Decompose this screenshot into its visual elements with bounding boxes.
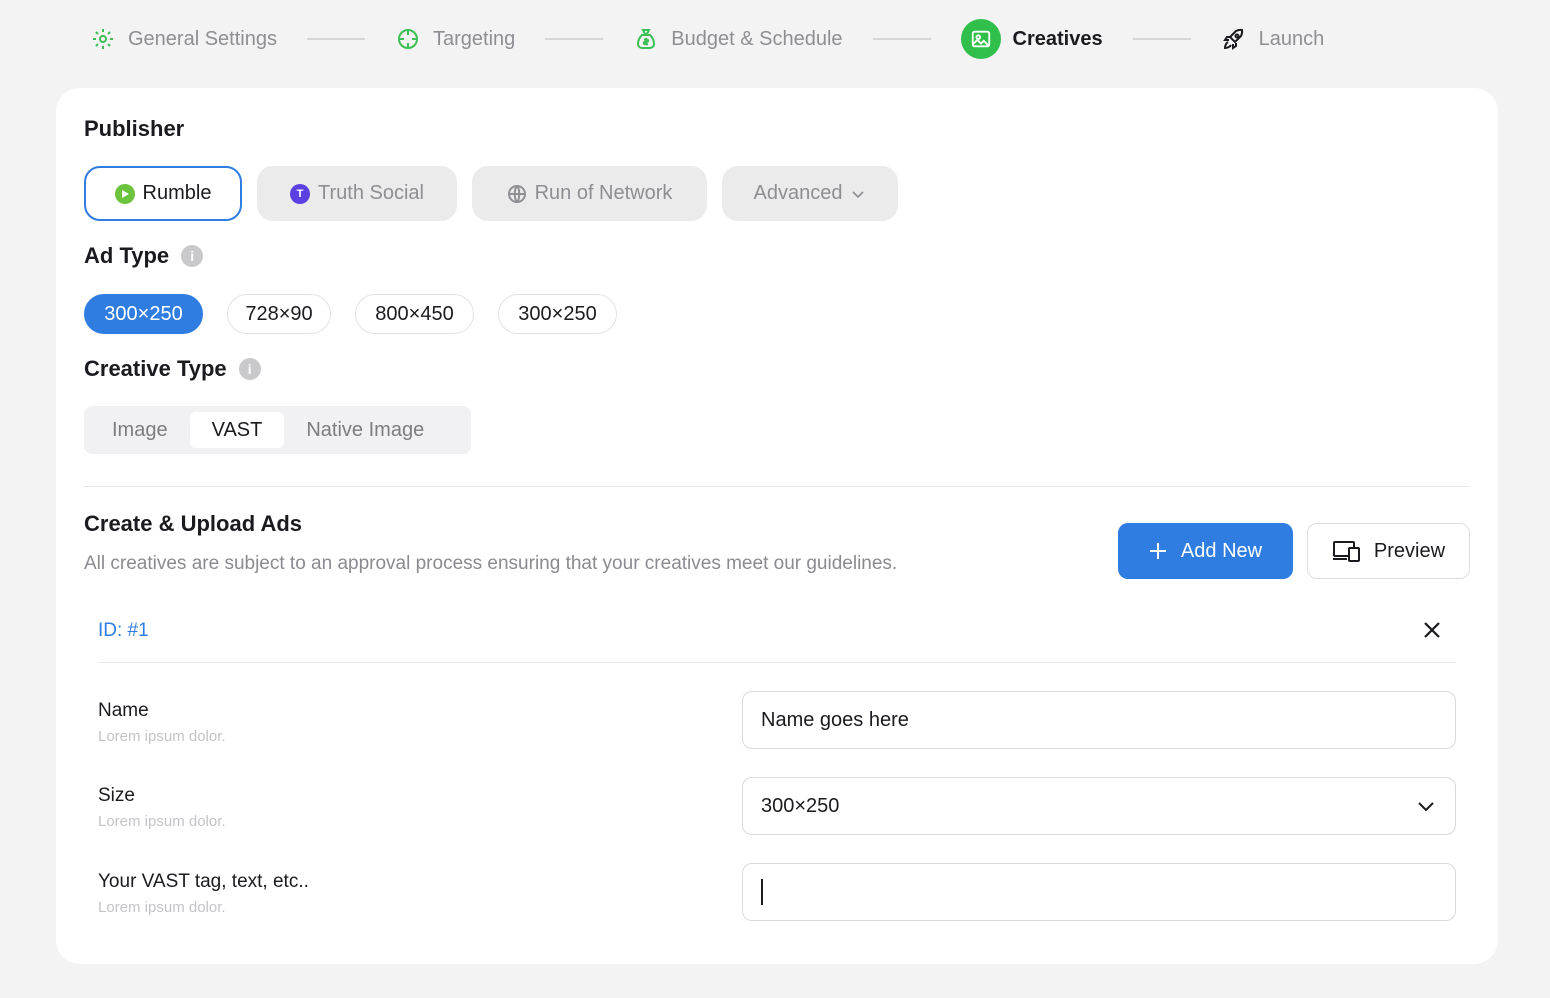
image-icon [960,19,1001,59]
step-general-settings[interactable]: General Settings [90,26,277,52]
size-select[interactable]: 300×250 [742,777,1456,835]
publisher-run-of-network-button[interactable]: Run of Network [472,166,707,221]
publisher-advanced-dropdown[interactable]: Advanced [722,166,898,221]
text-caret [761,879,763,905]
vast-tag-input[interactable] [742,863,1456,921]
add-new-button[interactable]: Add New [1118,523,1293,579]
size-chip[interactable]: 800×450 [355,294,474,334]
step-connector [545,38,604,40]
truth-social-icon: T [290,183,311,204]
rumble-icon [114,183,135,204]
step-label: Creatives [1012,27,1103,50]
section-divider [84,486,1470,487]
plus-icon [1149,542,1167,560]
size-label: Size [98,785,135,806]
creative-type-image[interactable]: Image [90,412,190,448]
gear-icon [90,26,116,52]
devices-icon [1332,539,1362,563]
publisher-heading: Publisher [84,116,185,141]
name-input[interactable]: Name goes here [742,691,1456,749]
step-creatives[interactable]: Creatives [960,19,1103,59]
creatives-card: Publisher Rumble T Truth Social Run of N… [56,88,1498,964]
publisher-rumble-button[interactable]: Rumble [84,166,242,221]
chevron-down-icon [850,186,866,202]
vast-tag-label: Your VAST tag, text, etc.. [98,871,309,892]
creative-type-heading: Creative Type i [84,356,261,382]
publisher-options: Rumble T Truth Social Run of Network Adv… [84,166,898,221]
creative-type-vast[interactable]: VAST [189,412,285,448]
upload-heading: Create & Upload Ads [84,511,303,536]
ad-type-heading: Ad Type i [84,243,204,269]
close-icon[interactable] [1420,618,1444,642]
size-chip[interactable]: 728×90 [227,294,331,334]
step-label: Targeting [432,27,516,50]
step-connector [1132,38,1191,40]
ad-size-options: 300×250 728×90 800×450 300×250 [84,294,617,334]
step-launch[interactable]: Launch [1221,26,1325,52]
creative-type-toggle: Image VAST Native Image [84,406,471,454]
info-icon[interactable]: i [181,245,204,267]
vast-tag-hint: Lorem ipsum dolor. [98,899,226,916]
money-bag-icon [633,26,659,52]
ad-id-label: ID: #1 [98,620,149,641]
publisher-truth-social-button[interactable]: T Truth Social [257,166,457,221]
rocket-icon [1221,26,1247,52]
step-connector [306,38,365,40]
creative-type-native-image[interactable]: Native Image [284,412,446,448]
upload-description: All creatives are subject to an approval… [84,553,898,574]
preview-button[interactable]: Preview [1307,523,1470,579]
info-icon[interactable]: i [238,358,261,380]
name-hint: Lorem ipsum dolor. [98,728,226,745]
step-label: General Settings [128,27,277,50]
step-targeting[interactable]: Targeting [395,26,515,52]
step-connector [872,38,931,40]
size-chip[interactable]: 300×250 [84,294,203,334]
step-label: Launch [1258,27,1325,50]
globe-icon [507,184,527,204]
size-hint: Lorem ipsum dolor. [98,813,226,830]
crosshair-icon [395,26,421,52]
step-budget-schedule[interactable]: Budget & Schedule [633,26,843,52]
size-chip[interactable]: 300×250 [498,294,617,334]
ad-divider [98,662,1456,663]
step-label: Budget & Schedule [671,27,843,50]
progress-stepper: General Settings Targeting Budget & Sche… [90,16,1324,62]
chevron-down-icon [1415,795,1437,817]
name-label: Name [98,700,149,721]
